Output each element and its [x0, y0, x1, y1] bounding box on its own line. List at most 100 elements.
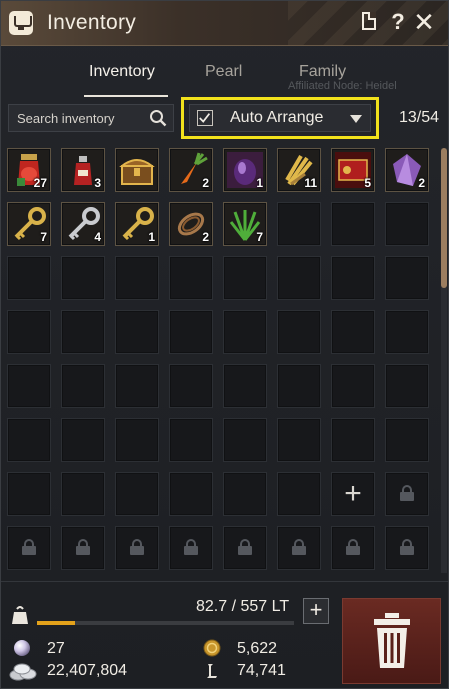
search-input[interactable]: Search inventory	[8, 104, 174, 132]
empty-slot[interactable]	[277, 202, 321, 246]
inventory-slot-rope[interactable]: 2	[169, 202, 213, 246]
empty-slot[interactable]	[61, 364, 105, 408]
inventory-slot-wheat-bundle[interactable]: 11	[277, 148, 321, 192]
empty-slot[interactable]	[277, 256, 321, 300]
inventory-slot-red-potion[interactable]: 3	[61, 148, 105, 192]
weight-icon	[12, 606, 28, 624]
auto-arrange-checkbox[interactable]	[197, 110, 213, 126]
empty-slot[interactable]	[331, 310, 375, 354]
inventory-slot-herb[interactable]: 7	[223, 202, 267, 246]
background-node-text: Affiliated Node: Heidel	[288, 80, 397, 92]
empty-slot[interactable]	[385, 364, 429, 408]
inventory-slot-gold-key[interactable]: 1	[115, 202, 159, 246]
inventory-slot-carrot[interactable]: 2	[169, 148, 213, 192]
empty-slot[interactable]	[169, 256, 213, 300]
empty-slot[interactable]	[277, 364, 321, 408]
empty-slot[interactable]	[331, 256, 375, 300]
empty-slot[interactable]	[61, 472, 105, 516]
lock-icon	[184, 539, 198, 555]
lock-icon	[130, 539, 144, 555]
empty-slot[interactable]	[7, 418, 51, 462]
empty-slot[interactable]	[223, 364, 267, 408]
scrollbar-thumb[interactable]	[441, 148, 447, 288]
search-icon[interactable]	[149, 109, 167, 127]
checkmark-icon	[199, 113, 211, 123]
empty-slot[interactable]	[277, 472, 321, 516]
empty-slot[interactable]	[61, 256, 105, 300]
delete-item-button[interactable]	[342, 598, 441, 684]
locked-slot	[331, 526, 375, 570]
tab-pearl[interactable]: Pearl	[205, 63, 242, 81]
inventory-slot-treasure-chest[interactable]	[115, 148, 159, 192]
tab-family[interactable]: Family	[299, 63, 346, 81]
empty-slot[interactable]	[169, 364, 213, 408]
empty-slot[interactable]	[61, 310, 105, 354]
inventory-slot-silver-key[interactable]: 4	[61, 202, 105, 246]
item-quantity: 2	[202, 176, 209, 190]
empty-slot[interactable]	[7, 310, 51, 354]
inventory-slot-red-ticket[interactable]: 5	[331, 148, 375, 192]
contribution-coin-icon	[203, 639, 221, 657]
locked-slot	[61, 526, 105, 570]
add-weight-button[interactable]: +	[303, 598, 329, 624]
empty-slot[interactable]	[331, 418, 375, 462]
inventory-grid: 27 3 2 1 11 5 2 7 4 1 2 7 +	[7, 148, 437, 570]
inventory-scrollbar[interactable]	[441, 148, 447, 573]
empty-slot[interactable]	[331, 364, 375, 408]
locked-slot	[7, 526, 51, 570]
empty-slot[interactable]	[115, 364, 159, 408]
auto-arrange-label: Auto Arrange	[230, 109, 324, 126]
lock-icon	[292, 539, 306, 555]
empty-slot[interactable]	[115, 256, 159, 300]
trash-icon	[374, 613, 410, 668]
empty-slot[interactable]	[115, 310, 159, 354]
item-quantity: 11	[304, 176, 317, 190]
empty-slot[interactable]	[223, 472, 267, 516]
auto-arrange-highlight: Auto Arrange	[181, 97, 379, 139]
inventory-slot-gold-key[interactable]: 7	[7, 202, 51, 246]
empty-slot[interactable]	[331, 202, 375, 246]
empty-slot[interactable]	[7, 256, 51, 300]
empty-slot[interactable]	[223, 310, 267, 354]
empty-slot[interactable]	[61, 418, 105, 462]
empty-slot[interactable]	[385, 202, 429, 246]
auto-arrange-dropdown[interactable]: Auto Arrange	[189, 104, 371, 132]
help-icon[interactable]: ?	[386, 10, 410, 34]
empty-slot[interactable]	[169, 418, 213, 462]
empty-slot[interactable]	[385, 418, 429, 462]
inventory-slot-dark-stone[interactable]: 1	[223, 148, 267, 192]
empty-slot[interactable]	[169, 472, 213, 516]
empty-slot[interactable]	[115, 418, 159, 462]
item-quantity: 1	[256, 176, 263, 190]
empty-slot[interactable]	[223, 418, 267, 462]
document-icon[interactable]	[358, 10, 382, 34]
inventory-slot-red-potion-bundle[interactable]: 27	[7, 148, 51, 192]
item-quantity: 5	[364, 176, 371, 190]
locked-slot	[277, 526, 321, 570]
empty-slot[interactable]	[7, 364, 51, 408]
title-bar[interactable]: Inventory ? ✕	[1, 1, 448, 46]
search-placeholder: Search inventory	[17, 111, 115, 126]
inventory-icon	[9, 11, 33, 35]
empty-slot[interactable]	[223, 256, 267, 300]
empty-slot[interactable]	[169, 310, 213, 354]
empty-slot[interactable]	[115, 472, 159, 516]
tab-inventory[interactable]: Inventory	[89, 63, 155, 81]
item-quantity: 7	[40, 230, 47, 244]
expand-slots-button[interactable]: +	[331, 472, 375, 516]
close-icon[interactable]: ✕	[412, 9, 436, 35]
item-quantity: 1	[148, 230, 155, 244]
inventory-slot-purple-crystal[interactable]: 2	[385, 148, 429, 192]
empty-slot[interactable]	[7, 472, 51, 516]
empty-slot[interactable]	[277, 418, 321, 462]
chevron-down-icon[interactable]	[350, 115, 362, 123]
pearl-amount: 27	[47, 640, 65, 657]
locked-slot	[385, 526, 429, 570]
item-quantity: 2	[202, 230, 209, 244]
empty-slot[interactable]	[277, 310, 321, 354]
lock-icon	[346, 539, 360, 555]
empty-slot[interactable]	[385, 310, 429, 354]
weight-text: 82.7 / 557 LT	[196, 598, 290, 615]
empty-slot[interactable]	[385, 256, 429, 300]
loyalty-amount: 74,741	[237, 662, 286, 679]
